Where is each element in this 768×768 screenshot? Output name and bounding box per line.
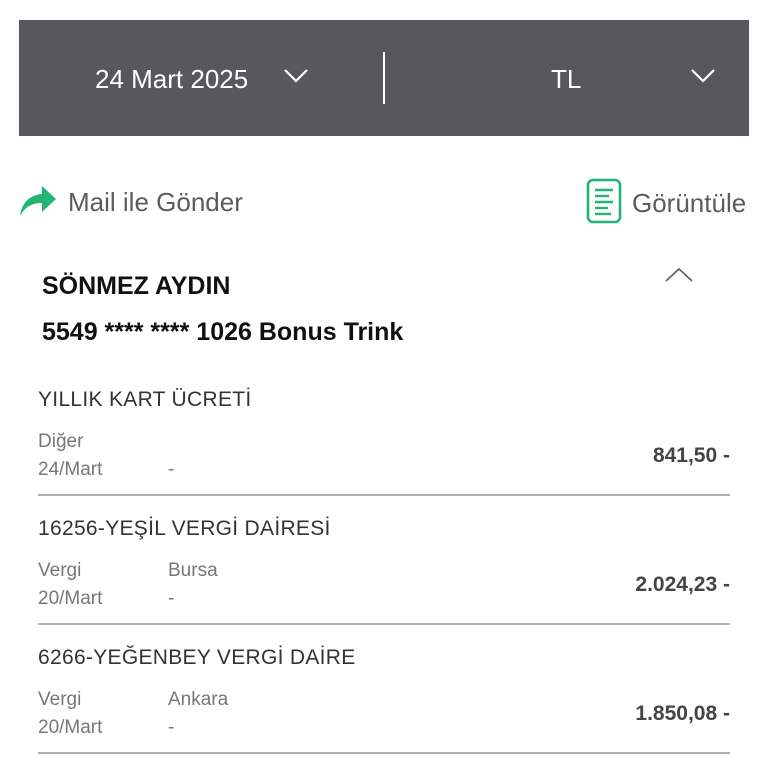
transaction-title: 6266-YEĞENBEY VERGİ DAİRE bbox=[38, 646, 356, 669]
currency-label: TL bbox=[551, 64, 582, 94]
transaction-title: 16256-YEŞİL VERGİ DAİRESİ bbox=[38, 517, 331, 540]
transaction-title: YILLIK KART ÜCRETİ bbox=[38, 388, 252, 411]
currency-selector[interactable]: TL bbox=[385, 20, 749, 136]
transaction-date: 20/Mart bbox=[38, 717, 103, 738]
date-selector[interactable]: 24 Mart 2025 bbox=[19, 20, 383, 136]
transaction-type: Vergi bbox=[38, 560, 82, 581]
row-divider bbox=[38, 623, 730, 625]
view-label: Görüntüle bbox=[632, 188, 747, 218]
mail-send-label: Mail ile Gönder bbox=[68, 187, 243, 217]
chevron-up-icon[interactable] bbox=[664, 266, 694, 289]
row-divider bbox=[38, 494, 730, 496]
document-icon bbox=[586, 178, 622, 229]
transaction-city: Bursa bbox=[168, 560, 218, 581]
transaction-type: Diğer bbox=[38, 431, 84, 452]
transaction-detail: - bbox=[168, 717, 175, 738]
transaction-date: 20/Mart bbox=[38, 588, 103, 609]
transaction-detail: - bbox=[168, 459, 175, 480]
chevron-down-icon bbox=[283, 68, 309, 84]
mail-send-button[interactable]: Mail ile Gönder bbox=[18, 182, 243, 223]
transaction-amount: 841,50 - bbox=[652, 444, 730, 467]
transaction-amount: 2.024,23 - bbox=[635, 573, 730, 596]
filter-bar: 24 Mart 2025 TL bbox=[19, 20, 749, 136]
card-holder-name: SÖNMEZ AYDIN bbox=[42, 272, 231, 300]
share-arrow-icon bbox=[18, 182, 58, 223]
view-button[interactable]: Görüntüle bbox=[586, 178, 746, 229]
chevron-down-icon bbox=[690, 68, 716, 84]
transaction-amount: 1.850,08 - bbox=[635, 702, 730, 725]
transaction-type: Vergi bbox=[38, 689, 82, 710]
actions-row: Mail ile Gönder Görüntüle bbox=[0, 172, 768, 234]
transaction-date: 24/Mart bbox=[38, 459, 103, 480]
transaction-city: Ankara bbox=[168, 689, 229, 710]
row-divider bbox=[38, 752, 730, 754]
date-label: 24 Mart 2025 bbox=[95, 64, 249, 94]
card-number: 5549 **** **** 1026 Bonus Trink bbox=[42, 318, 404, 346]
transaction-detail: - bbox=[168, 588, 175, 609]
